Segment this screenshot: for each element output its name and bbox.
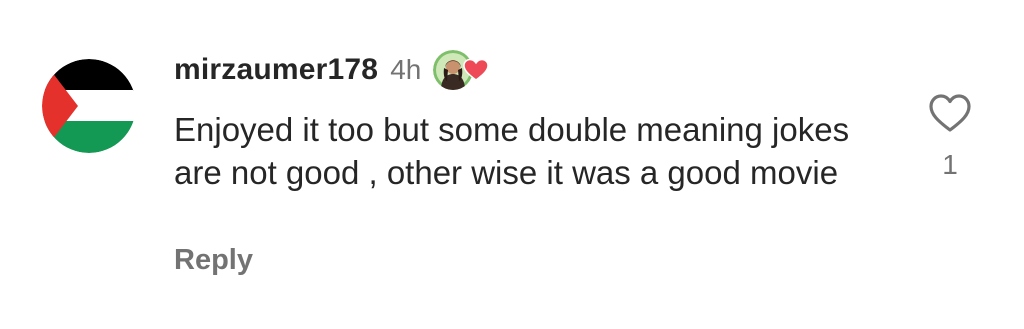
heart-outline-icon[interactable] — [927, 92, 973, 134]
comment-meta: mirzaumer178 4h — [174, 46, 491, 94]
liked-by-creator-badge — [433, 48, 491, 92]
like-count: 1 — [942, 149, 958, 180]
reply-button[interactable]: Reply — [174, 244, 253, 277]
palestine-flag-icon[interactable] — [42, 59, 136, 153]
username[interactable]: mirzaumer178 — [174, 53, 378, 87]
timestamp: 4h — [390, 54, 422, 85]
creator-liked-heart-icon — [463, 58, 490, 81]
comment-text: Enjoyed it too but some double meaning j… — [174, 111, 850, 191]
comment-item: mirzaumer178 4h Enjoyed it too but some … — [0, 0, 1024, 329]
